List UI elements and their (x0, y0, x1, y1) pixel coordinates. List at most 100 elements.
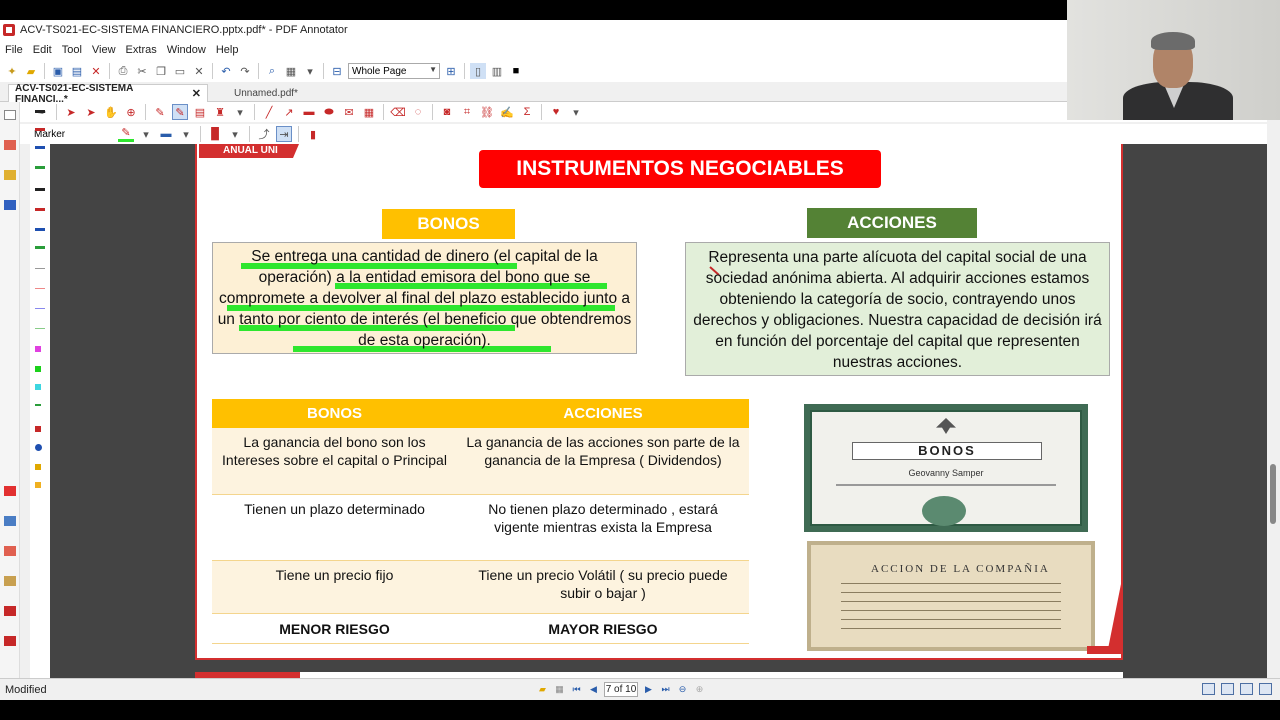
menu-extras[interactable]: Extras (121, 44, 162, 56)
fullscreen-icon[interactable]: ■ (508, 63, 524, 79)
color-picker-icon[interactable]: ✎ (118, 126, 134, 142)
close-tab-icon[interactable]: ✕ (192, 87, 201, 100)
quick-marker-pink-icon[interactable] (35, 346, 41, 352)
fill-dropdown-icon[interactable]: ▾ (227, 126, 243, 142)
menu-window[interactable]: Window (162, 44, 211, 56)
color-dropdown-icon[interactable]: ▾ (138, 126, 154, 142)
tab-unnamed[interactable]: Unnamed.pdf* (228, 84, 304, 102)
quick-line-dotted-icon[interactable] (35, 268, 45, 269)
stamp-icon[interactable]: ♜ (212, 104, 228, 120)
redo-icon[interactable]: ↷ (237, 63, 253, 79)
favorites-heart-icon[interactable] (4, 486, 16, 496)
camera-icon[interactable]: ◙ (439, 104, 455, 120)
insert-page-icon[interactable]: ▦ (283, 63, 299, 79)
quick-pen-thick-green-icon[interactable] (35, 246, 45, 249)
pen-tool-icon[interactable] (4, 516, 16, 526)
envelope-icon[interactable]: ✉ (341, 104, 357, 120)
quick-marker-cyan-icon[interactable] (35, 384, 41, 390)
quick-pen-blue-icon[interactable] (35, 146, 45, 149)
sum-icon[interactable]: Σ (519, 104, 535, 120)
last-page-icon[interactable]: ⏭ (659, 683, 672, 696)
print-icon[interactable]: ⎙ (115, 63, 131, 79)
rectangle-tool-icon[interactable]: ▬ (301, 104, 317, 120)
quick-check-icon[interactable] (35, 404, 41, 406)
stamp-tool-icon[interactable] (4, 606, 16, 616)
smooth-line-icon[interactable]: ⤴ (256, 126, 272, 142)
zoom-out-icon[interactable]: ⊟ (329, 63, 345, 79)
pdf-page[interactable]: ANUAL UNI INSTRUMENTOS NEGOCIABLES BONOS… (195, 144, 1123, 660)
new-document-icon[interactable]: ✦ (4, 63, 20, 79)
quick-cross-icon[interactable] (35, 426, 41, 432)
quick-line-red-icon[interactable] (35, 288, 45, 289)
pointer-tool-icon[interactable] (4, 636, 16, 646)
quick-pen-thick-blue-icon[interactable] (35, 228, 45, 231)
signature-icon[interactable]: ✍ (499, 104, 515, 120)
folder-icon[interactable]: ▰ (536, 683, 549, 696)
single-page-mode-icon[interactable] (1202, 683, 1215, 695)
menu-tool[interactable]: Tool (57, 44, 87, 56)
more-dropdown-icon[interactable]: ▾ (302, 63, 318, 79)
undo-icon[interactable]: ↶ (218, 63, 234, 79)
fill-color-icon[interactable]: █ (207, 126, 223, 142)
page-number-field[interactable]: 7 of 10 (604, 682, 638, 697)
scrollbar-thumb[interactable] (1270, 464, 1276, 524)
back-icon[interactable]: ⊖ (676, 683, 689, 696)
zoom-mode-select[interactable]: Whole Page ▼ (348, 63, 440, 79)
eraser-icon[interactable]: ⌫ (390, 104, 406, 120)
magnifier-icon[interactable]: ⊕ (123, 104, 139, 120)
favorites-dropdown-icon[interactable]: ▾ (568, 104, 584, 120)
dropdown-icon[interactable]: ▾ (232, 104, 248, 120)
quick-warning-icon[interactable] (35, 464, 41, 470)
delete-annotation-icon[interactable]: ▮ (305, 126, 321, 142)
copy-icon[interactable]: ❐ (153, 63, 169, 79)
zoom-in-icon[interactable]: ⊞ (443, 63, 459, 79)
ellipse-tool-icon[interactable]: ⬬ (321, 104, 337, 120)
page-layout-icon[interactable]: ▦ (553, 683, 566, 696)
page-thumbnails-icon[interactable] (4, 110, 16, 120)
save-icon[interactable]: ▣ (50, 63, 66, 79)
quick-pen-green-icon[interactable] (35, 166, 45, 169)
quick-line-green-icon[interactable] (35, 328, 45, 329)
previous-page-icon[interactable]: ◀ (587, 683, 600, 696)
two-page-view-icon[interactable]: ▥ (489, 63, 505, 79)
text-box-icon[interactable]: ▤ (192, 104, 208, 120)
menu-edit[interactable]: Edit (28, 44, 57, 56)
line-width-icon[interactable]: ▬ (158, 126, 174, 142)
continuous-mode-icon[interactable] (1221, 683, 1234, 695)
quick-marker-green-icon[interactable] (35, 366, 41, 372)
quick-pen-thick-black-icon[interactable] (35, 188, 45, 191)
cut-icon[interactable]: ✂ (134, 63, 150, 79)
two-page-mode-icon[interactable] (1240, 683, 1253, 695)
arrow-tool-icon[interactable]: ↗ (281, 104, 297, 120)
link-icon[interactable]: ⛓ (479, 104, 495, 120)
quick-star-icon[interactable] (35, 482, 41, 488)
favorites-heart-icon[interactable]: ♥ (548, 104, 564, 120)
quick-pen-black-icon[interactable] (35, 110, 45, 113)
single-page-view-icon[interactable]: ▯ (470, 63, 486, 79)
highlighter-tool-icon[interactable] (4, 546, 16, 556)
next-page-icon[interactable]: ▶ (642, 683, 655, 696)
straighten-icon[interactable]: ⇥ (276, 126, 292, 142)
forward-icon[interactable]: ⊕ (693, 683, 706, 696)
menu-view[interactable]: View (87, 44, 121, 56)
attachments-icon[interactable] (4, 200, 16, 210)
save-as-icon[interactable]: ▤ (69, 63, 85, 79)
close-document-icon[interactable]: ✕ (88, 63, 104, 79)
marker-tool-icon[interactable]: ✎ (172, 104, 188, 120)
hand-tool-icon[interactable]: ✋ (103, 104, 119, 120)
line-tool-icon[interactable]: ╱ (261, 104, 277, 120)
bookmarks-icon[interactable] (4, 170, 16, 180)
quick-question-icon[interactable] (35, 444, 42, 451)
fullscreen-mode-icon[interactable] (1259, 683, 1272, 695)
quick-pen-red-icon[interactable] (35, 128, 45, 131)
annotations-icon[interactable] (4, 140, 16, 150)
select-text-icon[interactable]: ➤ (83, 104, 99, 120)
ruler-icon[interactable]: ▦ (361, 104, 377, 120)
quick-line-blue-icon[interactable] (35, 308, 45, 309)
lasso-icon[interactable]: ◌ (410, 104, 426, 120)
quick-pen-thick-red-icon[interactable] (35, 208, 45, 211)
delete-icon[interactable]: ✕ (191, 63, 207, 79)
paste-icon[interactable]: ▭ (172, 63, 188, 79)
crop-icon[interactable]: ⌗ (459, 104, 475, 120)
menu-help[interactable]: Help (211, 44, 244, 56)
